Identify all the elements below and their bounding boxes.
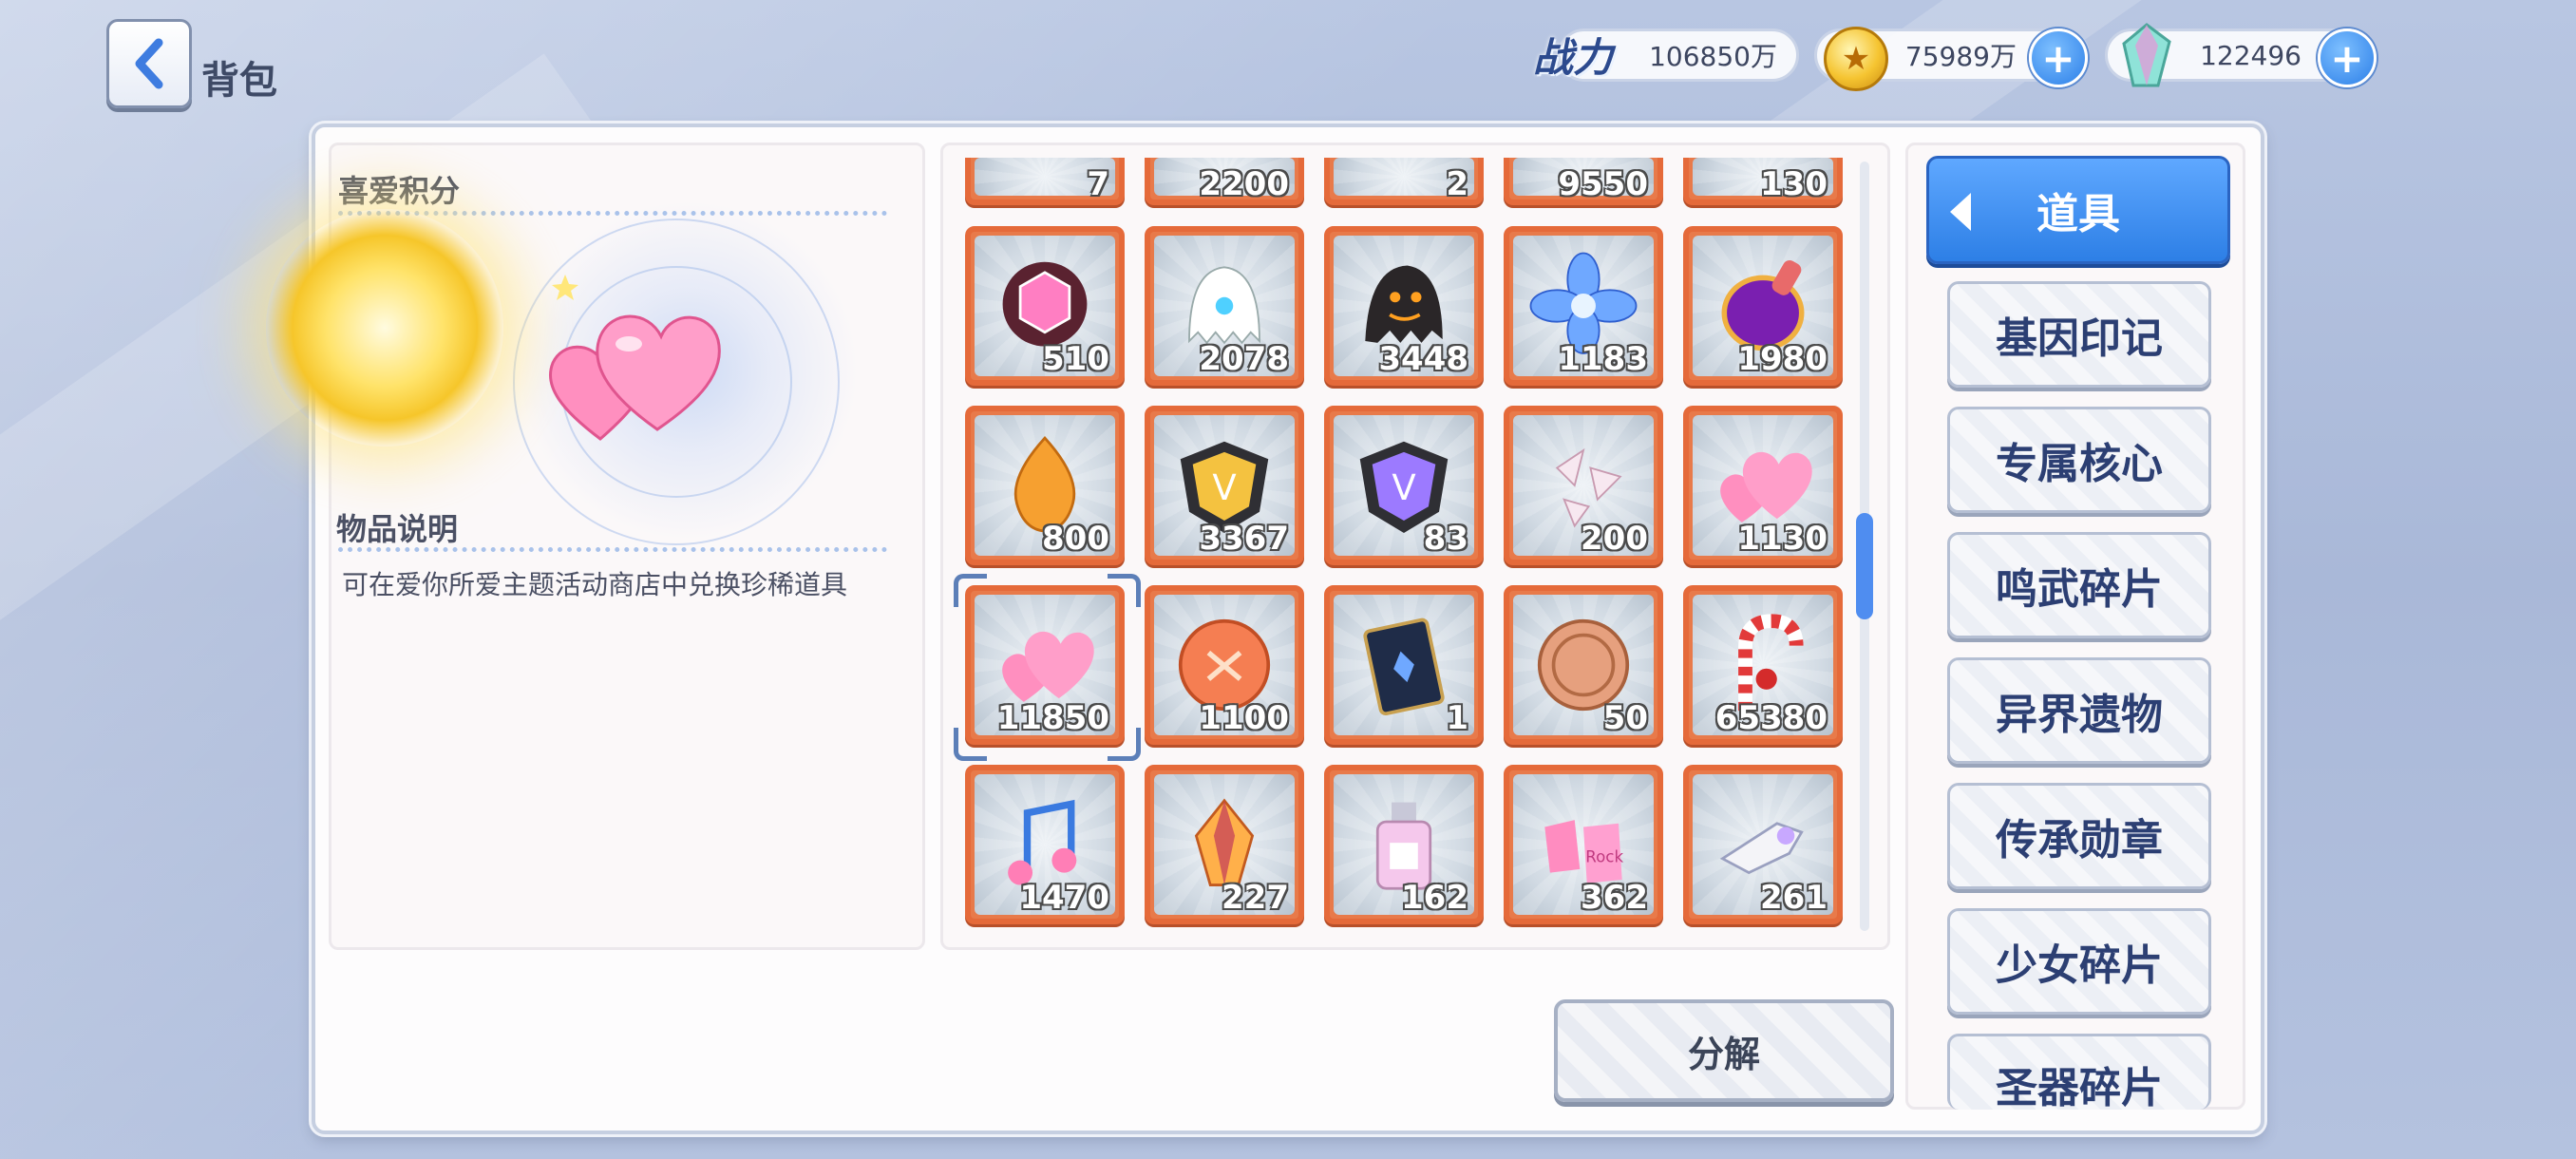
item-count: 227 (1222, 879, 1289, 917)
item-count: 2 (1446, 165, 1468, 203)
item-count: 130 (1760, 165, 1828, 203)
item-count: 2200 (1199, 165, 1289, 203)
item-slot-candy-cane[interactable]: 65380 (1683, 585, 1843, 745)
add-gold-button[interactable]: + (2029, 28, 2088, 87)
item-count: 3448 (1378, 340, 1468, 378)
item-count: 162 (1401, 879, 1468, 917)
divider (338, 547, 887, 552)
description-title: 物品说明 (336, 511, 459, 547)
page-title: 背包 (201, 59, 277, 103)
item-count: 1130 (1737, 520, 1828, 558)
heart-icon (548, 314, 721, 441)
item-count: 800 (1042, 520, 1109, 558)
crystal-gem-icon (2122, 23, 2171, 87)
back-button[interactable] (106, 19, 192, 108)
item-count: 65380 (1714, 699, 1828, 737)
item-slot-partial[interactable]: 2 (1324, 158, 1484, 205)
item-slot-partial[interactable]: 2200 (1145, 158, 1304, 205)
chevron-left-icon (135, 38, 163, 89)
item-count: 11850 (996, 699, 1109, 737)
item-count: 362 (1581, 879, 1648, 917)
item-slot-crystal-shards[interactable]: 200 (1504, 406, 1663, 565)
item-slot-white-ghost[interactable]: 2078 (1145, 226, 1304, 386)
tab-holy-relic-fragments[interactable]: 圣器碎片 (1947, 1034, 2211, 1112)
item-description: 可在爱你所爱主题活动商店中兑换珍稀道具 (342, 569, 848, 600)
item-slot-bronze-coin[interactable]: 50 (1504, 585, 1663, 745)
item-slot-orange-drop[interactable]: 800 (965, 406, 1125, 565)
item-slot-pink-hearts[interactable]: 1130 (1683, 406, 1843, 565)
selection-corner (1108, 728, 1141, 761)
item-count: 83 (1423, 520, 1468, 558)
selection-corner (1108, 574, 1141, 607)
tab-girl-fragments[interactable]: 少女碎片 (1947, 908, 2211, 1015)
item-slot-blue-flower[interactable]: 1183 (1504, 226, 1663, 386)
scrollbar-thumb[interactable] (1856, 513, 1873, 619)
item-slot-music-note[interactable]: 1470 (965, 765, 1125, 924)
svg-text:V: V (1212, 467, 1236, 508)
tab-gene-imprint[interactable]: 基因印记 (1947, 281, 2211, 388)
gold-coin-icon: ★ (1824, 27, 1888, 91)
item-count: 1 (1446, 699, 1468, 737)
star-icon (552, 275, 578, 300)
power-label: 战力 (1532, 33, 1613, 81)
item-count: 3367 (1199, 520, 1289, 558)
item-slot-black-ghost[interactable]: 3448 (1324, 226, 1484, 386)
item-count: 1100 (1199, 699, 1289, 737)
gold-value: 75989万 (1904, 41, 2017, 72)
item-count: 9550 (1558, 165, 1648, 203)
item-slot-gold-v-badge[interactable]: V 3367 (1145, 406, 1304, 565)
item-count: 1183 (1558, 340, 1648, 378)
item-slot-partial[interactable]: 9550 (1504, 158, 1663, 205)
item-slot-pink-gem-badge[interactable]: 510 (965, 226, 1125, 386)
gem-value: 122496 (2200, 39, 2301, 71)
add-gem-button[interactable]: + (2318, 28, 2377, 87)
tab-exclusive-core[interactable]: 专属核心 (1947, 407, 2211, 513)
item-slot-fire-crystal[interactable]: 227 (1145, 765, 1304, 924)
item-count: 7 (1087, 165, 1109, 203)
plus-icon: + (2041, 34, 2075, 82)
caret-left-icon (1950, 193, 1971, 231)
item-slot-purple-stamp[interactable]: 1980 (1683, 226, 1843, 386)
item-count: 510 (1042, 340, 1109, 378)
tab-legacy-medals[interactable]: 传承勋章 (1947, 783, 2211, 889)
item-count: 1470 (1019, 879, 1109, 917)
item-count: 200 (1581, 520, 1648, 558)
tab-label: 道具 (2036, 190, 2120, 238)
item-count: 2078 (1199, 340, 1289, 378)
item-slot-orange-coin[interactable]: 1100 (1145, 585, 1304, 745)
selection-corner (954, 574, 987, 607)
item-name: 喜爱积分 (338, 173, 461, 209)
item-slot-rock-gloves[interactable]: Rock 362 (1504, 765, 1663, 924)
tab-otherworld-relics[interactable]: 异界遗物 (1947, 657, 2211, 764)
item-count: 261 (1760, 879, 1828, 917)
tab-weapon-fragments[interactable]: 鸣武碎片 (1947, 532, 2211, 638)
item-slot-dark-book[interactable]: 1 (1324, 585, 1484, 745)
item-slot-purple-v-badge[interactable]: V 83 (1324, 406, 1484, 565)
svg-text:Rock: Rock (1585, 848, 1623, 866)
item-slot-perfume-bottle[interactable]: 162 (1324, 765, 1484, 924)
svg-text:V: V (1392, 467, 1415, 508)
item-slot-pearl-gun[interactable]: 261 (1683, 765, 1843, 924)
tab-items[interactable]: 道具 (1926, 156, 2230, 264)
item-count: 50 (1602, 699, 1648, 737)
golden-glow (266, 209, 503, 446)
power-value: 106850万 (1649, 41, 1777, 72)
item-slot-partial[interactable]: 7 (965, 158, 1125, 205)
item-slot-partial[interactable]: 130 (1683, 158, 1843, 205)
plus-icon: + (2330, 34, 2364, 82)
item-count: 1980 (1737, 340, 1828, 378)
item-slot-pink-hearts-selected[interactable]: 11850 (965, 585, 1125, 745)
selection-corner (954, 728, 987, 761)
decompose-button[interactable]: 分解 (1554, 999, 1894, 1102)
